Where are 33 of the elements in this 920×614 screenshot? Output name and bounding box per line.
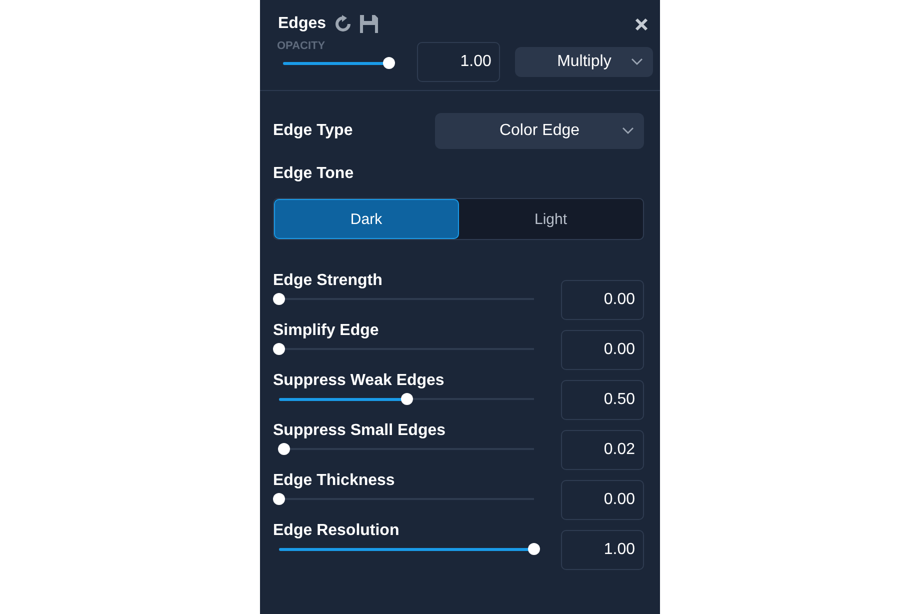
slider-label: Edge Strength — [273, 272, 384, 290]
slider-thumb[interactable] — [273, 343, 285, 355]
value-field[interactable]: 0.50 — [561, 380, 644, 420]
slider-thumb[interactable] — [400, 393, 412, 405]
opacity-label: OPACITY — [277, 40, 326, 52]
slider-label: Simplify Edge — [273, 322, 380, 340]
slider-label: Edge Thickness — [273, 472, 396, 490]
chevron-down-icon — [631, 58, 643, 66]
slider-thumb[interactable] — [273, 493, 285, 505]
value-field[interactable]: 0.00 — [561, 330, 644, 370]
value-field[interactable]: 0.00 — [561, 280, 644, 320]
slider-thumb[interactable] — [528, 543, 540, 555]
reset-icon[interactable] — [334, 15, 352, 33]
slider-thumb[interactable] — [383, 57, 395, 69]
panel-title: Edges — [278, 15, 326, 33]
edge-type-dropdown[interactable]: Color Edge — [435, 113, 644, 149]
edge-tone-label: Edge Tone — [273, 165, 355, 183]
value-field[interactable]: 0.02 — [561, 430, 644, 470]
save-icon[interactable] — [360, 15, 378, 33]
chevron-down-icon — [622, 127, 634, 135]
slider-thumb[interactable] — [273, 293, 285, 305]
slider-thumb[interactable] — [278, 443, 290, 455]
slider-label: Suppress Small Edges — [273, 422, 447, 440]
close-icon[interactable] — [635, 18, 648, 30]
value-field[interactable]: 1.00 — [561, 530, 644, 570]
opacity-field[interactable]: 1.00 — [416, 42, 500, 82]
edge-type-label: Edge Type — [273, 122, 353, 140]
value-field[interactable]: 0.00 — [561, 480, 644, 520]
tone-option[interactable]: Dark — [274, 199, 458, 239]
blend-mode-dropdown[interactable]: Multiply — [515, 47, 653, 77]
tone-option[interactable]: Light — [458, 199, 643, 239]
slider-label: Suppress Weak Edges — [273, 372, 446, 390]
slider-label: Edge Resolution — [273, 522, 400, 540]
